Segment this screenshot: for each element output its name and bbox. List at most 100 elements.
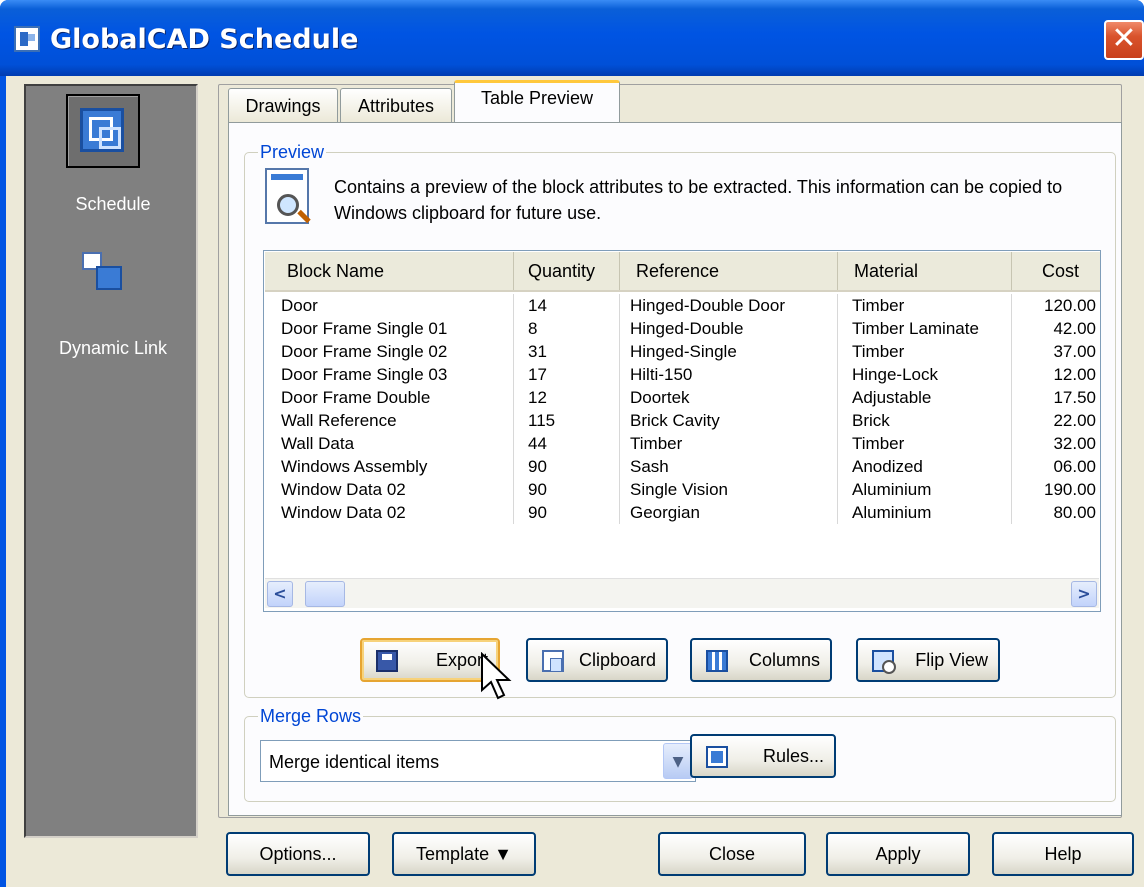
cell-quantity: 31 [514, 340, 620, 363]
cell-material: Timber [838, 294, 1012, 317]
cell-block-name: Wall Data [265, 432, 514, 455]
scroll-left-arrow-icon[interactable]: < [267, 581, 293, 607]
cell-material: Brick [838, 409, 1012, 432]
title-bar[interactable]: GlobalCAD Schedule ✕ [0, 0, 1144, 76]
tab-table-preview[interactable]: Table Preview [454, 80, 620, 122]
app-icon [14, 26, 40, 52]
cell-block-name: Window Data 02 [265, 478, 514, 501]
template-button[interactable]: Template ▼ [392, 832, 536, 876]
table-row[interactable]: Wall Reference 115 Brick Cavity Brick 22.00 [265, 409, 1100, 432]
scroll-right-arrow-icon[interactable]: > [1071, 581, 1097, 607]
cell-reference: Doortek [620, 386, 838, 409]
export-button[interactable]: Export [360, 638, 500, 682]
clipboard-button[interactable]: Clipboard [526, 638, 668, 682]
flip-view-icon [872, 650, 896, 674]
cell-reference: Timber [620, 432, 838, 455]
cell-material: Aluminium [838, 478, 1012, 501]
table-row[interactable]: Window Data 02 90 Single Vision Aluminium 19… [265, 478, 1100, 501]
cell-quantity: 90 [514, 478, 620, 501]
preview-table[interactable]: Block Name Quantity Reference Material C… [263, 250, 1101, 612]
dialog-window: GlobalCAD Schedule ✕ Schedule Dynamic Li… [0, 0, 1144, 887]
tab-attributes[interactable]: Attributes [340, 88, 452, 122]
cell-material: Aluminium [838, 501, 1012, 524]
cell-cost: 22.00 [1012, 409, 1100, 432]
close-button[interactable]: Close [658, 832, 806, 876]
cell-material: Timber [838, 340, 1012, 363]
cell-cost: 190.00 [1012, 478, 1100, 501]
window-title: GlobalCAD Schedule [50, 24, 359, 55]
sidebar-item-dynamic-link[interactable]: Dynamic Link [26, 338, 200, 359]
columns-icon [706, 650, 728, 672]
cell-cost: 120.00 [1012, 294, 1100, 317]
column-header-cost[interactable]: Cost [1012, 252, 1100, 290]
column-header-quantity[interactable]: Quantity [514, 252, 620, 290]
cell-quantity: 90 [514, 455, 620, 478]
cell-reference: Hinged-Double Door [620, 294, 838, 317]
rules-button[interactable]: Rules... [690, 734, 836, 778]
chevron-down-icon[interactable]: ▼ [663, 743, 693, 779]
cell-reference: Single Vision [620, 478, 838, 501]
cell-material: Anodized [838, 455, 1012, 478]
cell-quantity: 12 [514, 386, 620, 409]
table-row[interactable]: Windows Assembly 90 Sash Anodized 06.00 [265, 455, 1100, 478]
cell-block-name: Door Frame Single 01 [265, 317, 514, 340]
flip-view-button[interactable]: Flip View [856, 638, 1000, 682]
cell-material: Adjustable [838, 386, 1012, 409]
table-row[interactable]: Door Frame Single 01 8 Hinged-Double Timber… [265, 317, 1100, 340]
cell-quantity: 14 [514, 294, 620, 317]
cell-cost: 17.50 [1012, 386, 1100, 409]
cell-block-name: Door [265, 294, 514, 317]
cell-quantity: 8 [514, 317, 620, 340]
cell-cost: 12.00 [1012, 363, 1100, 386]
preview-description: Contains a preview of the block attribut… [334, 177, 1063, 223]
cell-block-name: Window Data 02 [265, 501, 514, 524]
tab-drawings[interactable]: Drawings [228, 88, 338, 122]
cell-reference: Hilti-150 [620, 363, 838, 386]
schedule-icon [80, 108, 124, 152]
columns-button[interactable]: Columns [690, 638, 832, 682]
cell-material: Timber Laminate [838, 317, 1012, 340]
column-header-material[interactable]: Material [838, 252, 1012, 290]
cell-cost: 80.00 [1012, 501, 1100, 524]
cell-quantity: 115 [514, 409, 620, 432]
cell-block-name: Wall Reference [265, 409, 514, 432]
cell-quantity: 17 [514, 363, 620, 386]
dynamic-link-icon[interactable] [82, 252, 124, 292]
cell-block-name: Windows Assembly [265, 455, 514, 478]
mouse-pointer-icon [481, 652, 512, 700]
cell-cost: 06.00 [1012, 455, 1100, 478]
table-preview-icon [265, 168, 311, 224]
table-row[interactable]: Door Frame Single 02 31 Hinged-Single Timbe… [265, 340, 1100, 363]
close-window-button[interactable]: ✕ [1104, 20, 1144, 60]
cell-reference: Hinged-Double [620, 317, 838, 340]
cell-reference: Hinged-Single [620, 340, 838, 363]
cell-block-name: Door Frame Double [265, 386, 514, 409]
cell-reference: Brick Cavity [620, 409, 838, 432]
cell-material: Hinge-Lock [838, 363, 1012, 386]
table-header: Block Name Quantity Reference Material C… [265, 252, 1100, 292]
cell-material: Timber [838, 432, 1012, 455]
help-button[interactable]: Help [992, 832, 1134, 876]
cell-reference: Georgian [620, 501, 838, 524]
clipboard-icon [542, 650, 564, 672]
template-label: Template [416, 844, 490, 864]
preview-group-title: Preview [258, 142, 327, 163]
sidebar-item-schedule[interactable]: Schedule [26, 194, 200, 215]
apply-button[interactable]: Apply [826, 832, 970, 876]
table-row[interactable]: Door Frame Single 03 17 Hilti-150 Hinge-Loc… [265, 363, 1100, 386]
scrollbar-thumb[interactable] [305, 581, 345, 607]
column-header-block-name[interactable]: Block Name [265, 252, 514, 290]
cell-cost: 37.00 [1012, 340, 1100, 363]
table-row[interactable]: Door Frame Double 12 Doortek Adjustable 17.5… [265, 386, 1100, 409]
cell-cost: 32.00 [1012, 432, 1100, 455]
table-row[interactable]: Window Data 02 90 Georgian Aluminium 80.00 [265, 501, 1100, 524]
column-header-reference[interactable]: Reference [620, 252, 838, 290]
dropdown-arrow-icon: ▼ [494, 844, 512, 864]
cell-block-name: Door Frame Single 02 [265, 340, 514, 363]
horizontal-scrollbar[interactable]: < > [265, 578, 1099, 608]
options-button[interactable]: Options... [226, 832, 370, 876]
merge-rows-dropdown[interactable]: Merge identical items ▼ [260, 740, 696, 782]
cell-quantity: 90 [514, 501, 620, 524]
table-row[interactable]: Door 14 Hinged-Double Door Timber 120.00 [265, 294, 1100, 317]
table-row[interactable]: Wall Data 44 Timber Timber 32.00 [265, 432, 1100, 455]
